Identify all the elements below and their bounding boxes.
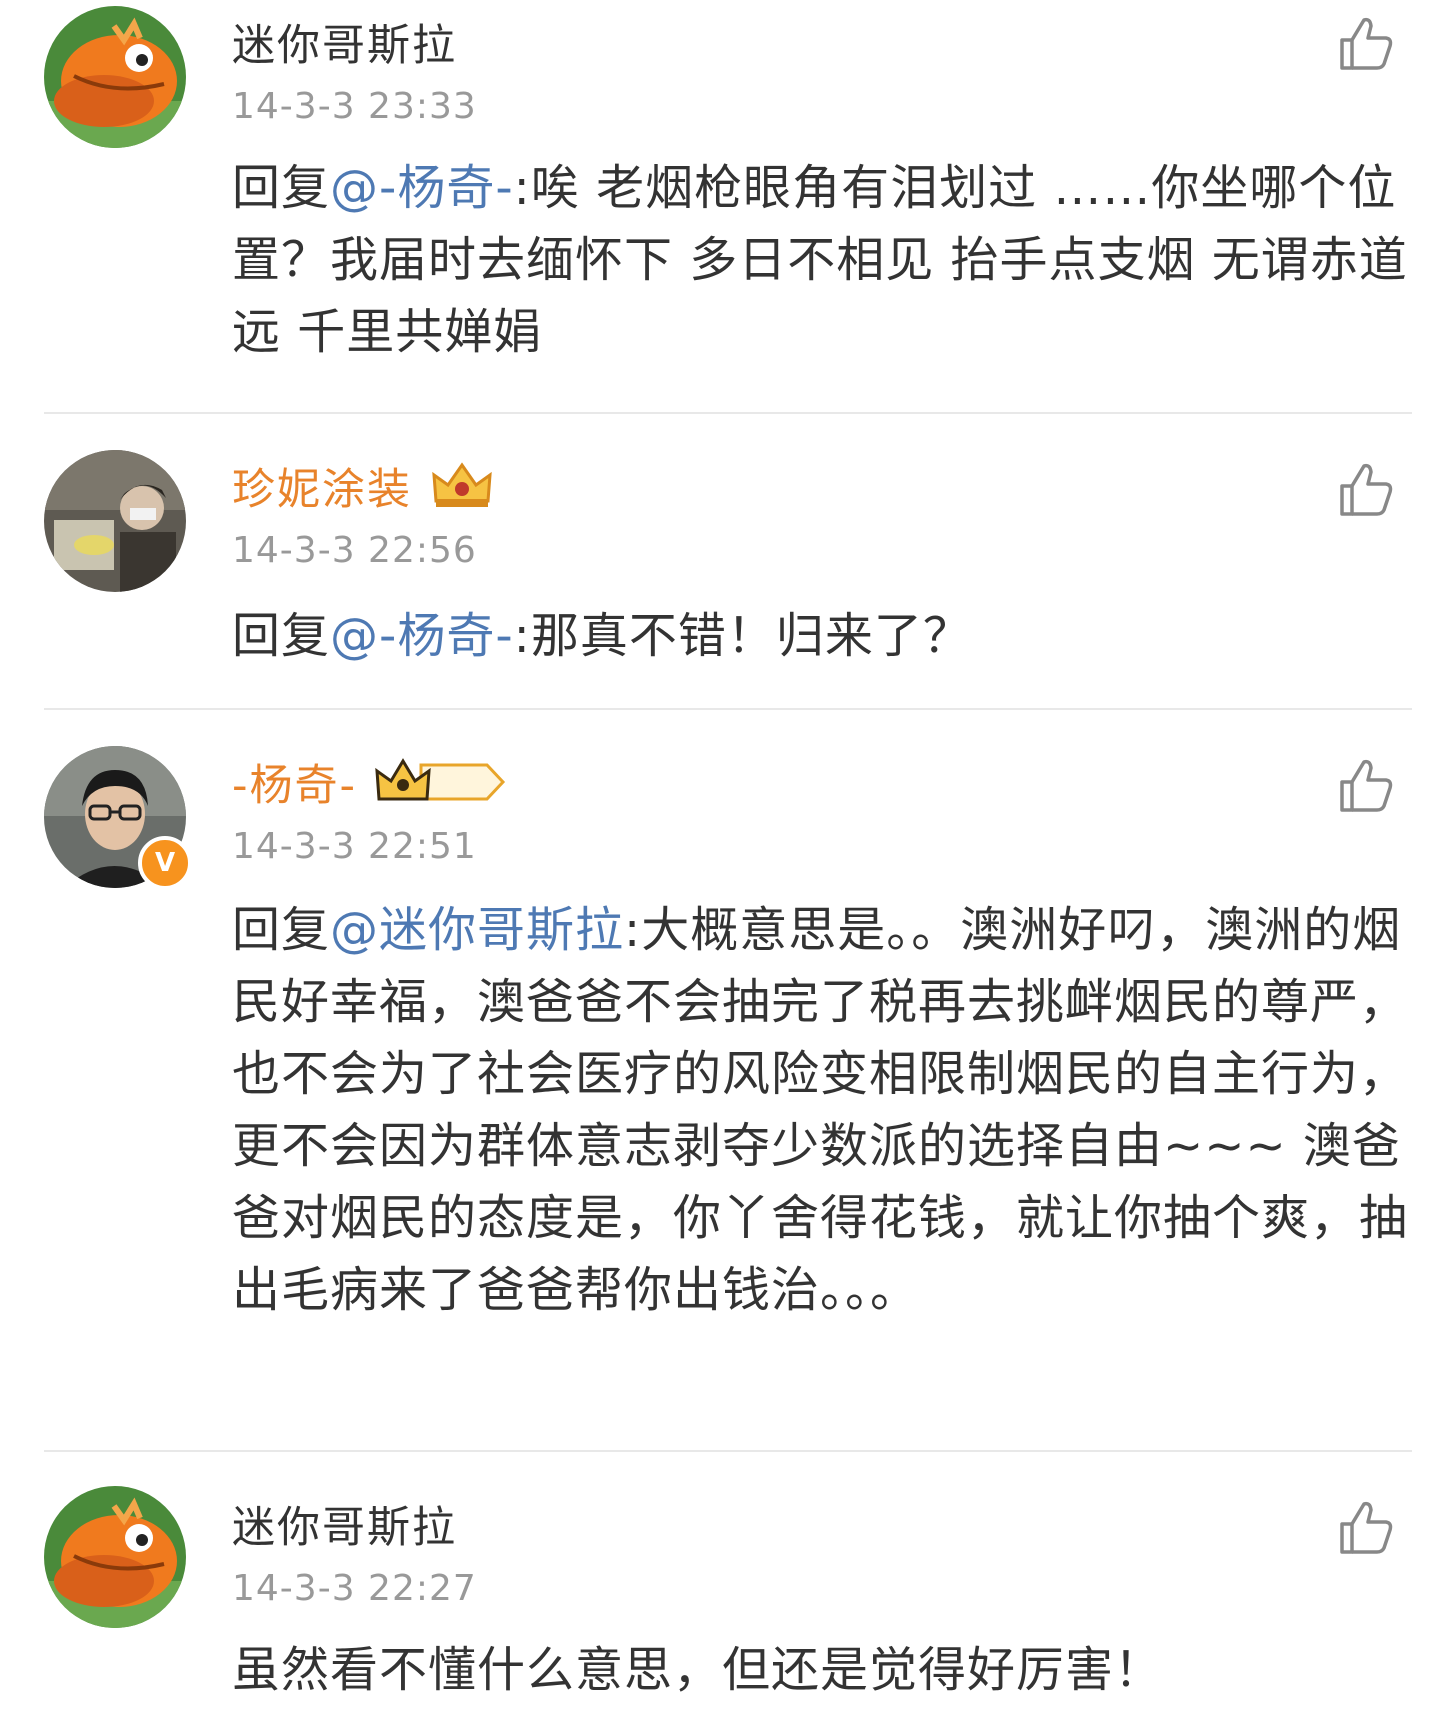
like-button[interactable] xyxy=(1336,460,1396,520)
username[interactable]: 迷你哥斯拉 xyxy=(232,11,457,73)
like-button[interactable] xyxy=(1336,14,1396,74)
vip-level-badge-icon xyxy=(375,757,511,807)
divider xyxy=(44,412,1412,414)
mention-link[interactable]: @迷你哥斯拉 xyxy=(330,902,624,958)
reply-prefix: 回复 xyxy=(232,160,331,216)
username[interactable]: 迷你哥斯拉 xyxy=(232,1493,457,1555)
user-avatar[interactable] xyxy=(44,1486,186,1628)
divider xyxy=(44,708,1412,710)
mention-link[interactable]: @-杨奇- xyxy=(330,160,514,216)
mention-link[interactable]: @-杨奇- xyxy=(330,608,514,664)
like-button[interactable] xyxy=(1336,756,1396,816)
name-row: 迷你哥斯拉 xyxy=(232,1494,457,1554)
comment-body: 虽然看不懂什么意思，但还是觉得好厉害！ xyxy=(232,1642,1164,1698)
user-avatar[interactable] xyxy=(44,450,186,592)
comment-feed: 迷你哥斯拉 14-3-3 23:33 回复@-杨奇-:唉 老烟枪眼角有泪划过 …… xyxy=(0,0,1440,1716)
comment-text: 回复@-杨奇-:那真不错！归来了？ xyxy=(232,600,1412,672)
verified-badge-icon: V xyxy=(138,836,192,890)
comment-body: :那真不错！归来了？ xyxy=(513,608,972,664)
name-row: 珍妮涂装 xyxy=(232,456,494,516)
divider xyxy=(44,1450,1412,1452)
username[interactable]: 珍妮涂装 xyxy=(232,455,412,517)
like-button[interactable] xyxy=(1336,1498,1396,1558)
reply-prefix: 回复 xyxy=(232,608,331,664)
timestamp: 14-3-3 22:51 xyxy=(232,826,477,867)
comment-text: 回复@迷你哥斯拉:大概意思是。。澳洲好叼，澳洲的烟民好幸福，澳爸爸不会抽完了税再… xyxy=(232,894,1412,1326)
thumbs-up-icon xyxy=(1340,759,1393,812)
reply-prefix: 回复 xyxy=(232,902,331,958)
comment-text: 回复@-杨奇-:唉 老烟枪眼角有泪划过 ……你坐哪个位置？我届时去缅怀下 多日不… xyxy=(232,152,1412,368)
timestamp: 14-3-3 22:56 xyxy=(232,530,477,571)
thumbs-up-icon xyxy=(1340,463,1393,516)
thumbs-up-icon xyxy=(1340,17,1393,70)
comment-text: 虽然看不懂什么意思，但还是觉得好厉害！ xyxy=(232,1634,1412,1706)
comment-body: :大概意思是。。澳洲好叼，澳洲的烟民好幸福，澳爸爸不会抽完了税再去挑衅烟民的尊严… xyxy=(232,902,1409,1318)
name-row: 迷你哥斯拉 xyxy=(232,12,457,72)
crown-badge-icon xyxy=(430,461,494,511)
username[interactable]: -杨奇- xyxy=(232,751,357,813)
timestamp: 14-3-3 23:33 xyxy=(232,86,477,127)
timestamp: 14-3-3 22:27 xyxy=(232,1568,477,1609)
user-avatar[interactable] xyxy=(44,6,186,148)
thumbs-up-icon xyxy=(1340,1501,1393,1554)
name-row: -杨奇- xyxy=(232,752,511,812)
